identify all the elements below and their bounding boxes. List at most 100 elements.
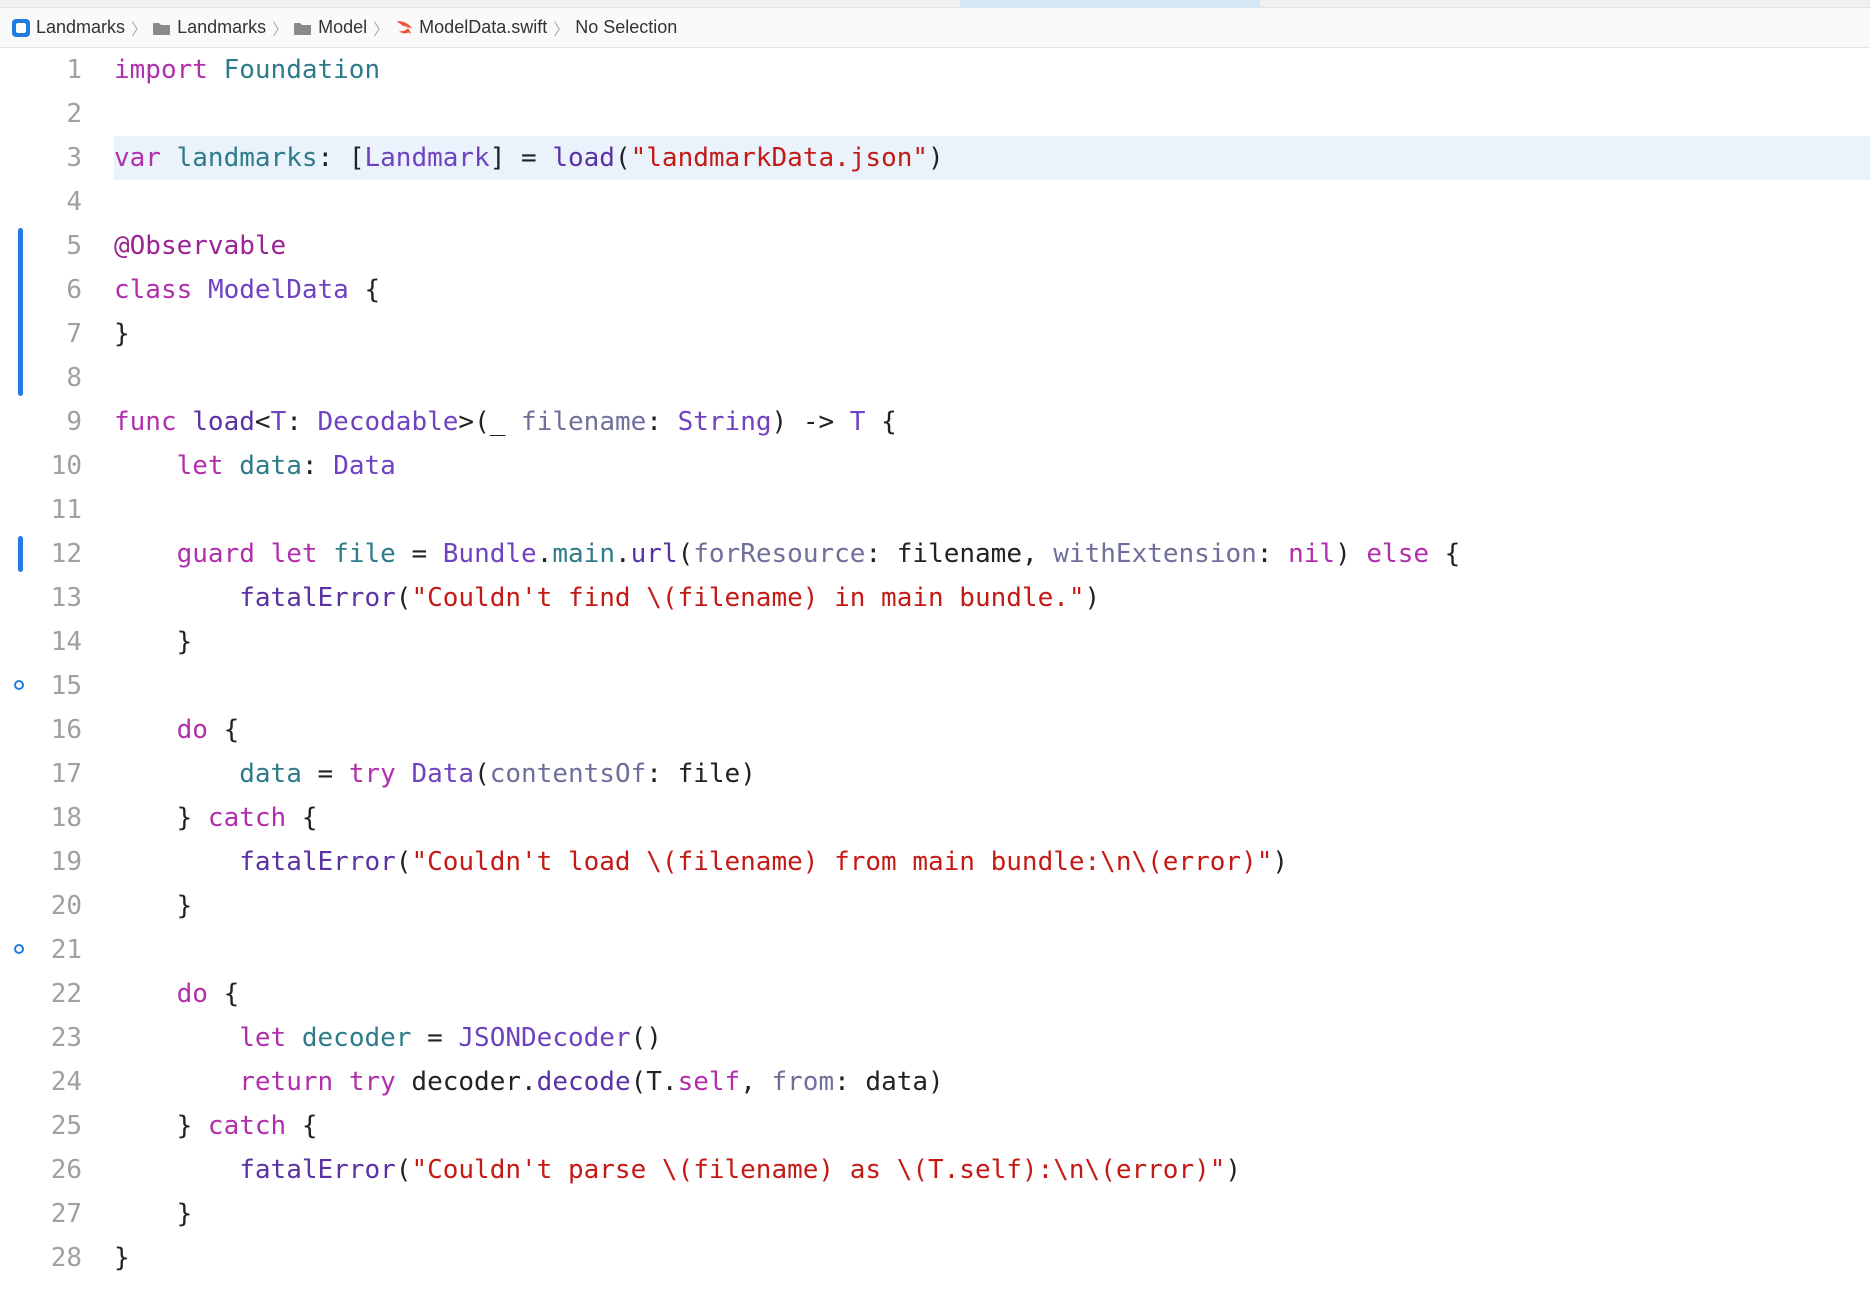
code-line[interactable]: } catch { <box>114 796 1870 840</box>
token-kw: self <box>678 1067 741 1097</box>
code-line[interactable]: let decoder = JSONDecoder() <box>114 1016 1870 1060</box>
token-kw: do <box>177 979 208 1009</box>
code-line[interactable]: @Observable <box>114 224 1870 268</box>
code-line[interactable] <box>114 92 1870 136</box>
token-ident: data <box>239 759 302 789</box>
code-line[interactable]: class ModelData { <box>114 268 1870 312</box>
line-number: 24 <box>0 1060 82 1104</box>
token-punc: ( <box>615 143 631 173</box>
token-punc <box>114 451 177 481</box>
fold-marker-icon[interactable] <box>14 944 24 954</box>
token-punc: : filename, <box>865 539 1053 569</box>
breadcrumb-item[interactable]: Landmarks <box>153 17 266 38</box>
code-line[interactable]: } <box>114 1192 1870 1236</box>
token-punc <box>224 451 240 481</box>
code-line[interactable] <box>114 928 1870 972</box>
token-annot: @Observable <box>114 231 286 261</box>
token-punc <box>192 275 208 305</box>
code-line[interactable] <box>114 664 1870 708</box>
code-line[interactable]: fatalError("Couldn't parse \(filename) a… <box>114 1148 1870 1192</box>
token-func: decode <box>537 1067 631 1097</box>
code-area[interactable]: import Foundation var landmarks: [Landma… <box>100 48 1870 1280</box>
token-punc: = <box>411 1023 458 1053</box>
token-punc: >(_ <box>458 407 521 437</box>
code-line[interactable]: import Foundation <box>114 48 1870 92</box>
token-punc: { <box>208 979 239 1009</box>
line-number: 27 <box>0 1192 82 1236</box>
active-tab-indicator <box>960 0 1260 8</box>
token-punc: ) -> <box>772 407 850 437</box>
token-type: Landmark <box>364 143 489 173</box>
token-punc: = <box>396 539 443 569</box>
token-ident: decoder <box>302 1023 412 1053</box>
token-punc: { <box>208 715 239 745</box>
code-line[interactable]: do { <box>114 972 1870 1016</box>
token-punc: } <box>114 1243 130 1273</box>
code-editor[interactable]: 1234567891011121314151617181920212223242… <box>0 48 1870 1280</box>
code-line[interactable]: fatalError("Couldn't find \(filename) in… <box>114 576 1870 620</box>
breadcrumb-item[interactable]: Model <box>294 17 367 38</box>
token-str: "landmarkData.json" <box>631 143 928 173</box>
line-number: 2 <box>0 92 82 136</box>
token-kw: import <box>114 55 208 85</box>
token-kw: let <box>271 539 318 569</box>
token-punc: ) <box>1085 583 1101 613</box>
token-punc: : <box>646 407 677 437</box>
breadcrumb-item[interactable]: ModelData.swift <box>395 17 547 38</box>
code-line[interactable] <box>114 180 1870 224</box>
code-line[interactable]: do { <box>114 708 1870 752</box>
line-number: 12 <box>0 532 82 576</box>
token-punc: : data) <box>834 1067 944 1097</box>
token-str: "Couldn't parse \(filename) as \(T.self)… <box>411 1155 1225 1185</box>
code-line[interactable]: data = try Data(contentsOf: file) <box>114 752 1870 796</box>
fold-marker-icon[interactable] <box>14 680 24 690</box>
folder-icon <box>294 21 312 35</box>
code-line[interactable]: fatalError("Couldn't load \(filename) fr… <box>114 840 1870 884</box>
code-line[interactable]: func load<T: Decodable>(_ filename: Stri… <box>114 400 1870 444</box>
code-line[interactable]: } <box>114 1236 1870 1280</box>
chevron-right-icon: 〉 <box>272 16 288 40</box>
token-func: load <box>552 143 615 173</box>
token-punc: } <box>114 319 130 349</box>
token-kw: nil <box>1288 539 1335 569</box>
code-line[interactable]: guard let file = Bundle.main.url(forReso… <box>114 532 1870 576</box>
breadcrumb-item[interactable]: Landmarks <box>12 17 125 38</box>
line-number: 20 <box>0 884 82 928</box>
token-punc: { <box>349 275 380 305</box>
chevron-right-icon: 〉 <box>373 16 389 40</box>
token-ident: main <box>552 539 615 569</box>
token-param: withExtension <box>1053 539 1257 569</box>
code-line[interactable]: } <box>114 620 1870 664</box>
tab-strip[interactable] <box>0 0 1870 8</box>
line-number: 26 <box>0 1148 82 1192</box>
token-type: Data <box>333 451 396 481</box>
token-punc: ) <box>1225 1155 1241 1185</box>
code-line[interactable]: } <box>114 884 1870 928</box>
token-func: fatalError <box>239 847 396 877</box>
breadcrumb-label: Landmarks <box>177 17 266 38</box>
token-param: contentsOf <box>490 759 647 789</box>
code-line[interactable]: var landmarks: [Landmark] = load("landma… <box>114 136 1870 180</box>
token-punc <box>114 979 177 1009</box>
token-punc: : file) <box>646 759 756 789</box>
token-punc <box>114 1067 239 1097</box>
code-line[interactable] <box>114 356 1870 400</box>
code-line[interactable]: } catch { <box>114 1104 1870 1148</box>
token-punc: { <box>286 1111 317 1141</box>
code-line[interactable]: } <box>114 312 1870 356</box>
token-param: forResource <box>693 539 865 569</box>
token-punc: : <box>286 407 317 437</box>
breadcrumb-item[interactable]: No Selection <box>575 17 677 38</box>
token-kw: return <box>239 1067 333 1097</box>
token-punc <box>286 1023 302 1053</box>
line-number: 10 <box>0 444 82 488</box>
line-number: 16 <box>0 708 82 752</box>
code-line[interactable]: let data: Data <box>114 444 1870 488</box>
token-kw: catch <box>208 803 286 833</box>
code-line[interactable] <box>114 488 1870 532</box>
line-number: 3 <box>0 136 82 180</box>
token-ident: landmarks <box>177 143 318 173</box>
token-punc: (T. <box>631 1067 678 1097</box>
token-punc: ) <box>1335 539 1366 569</box>
code-line[interactable]: return try decoder.decode(T.self, from: … <box>114 1060 1870 1104</box>
